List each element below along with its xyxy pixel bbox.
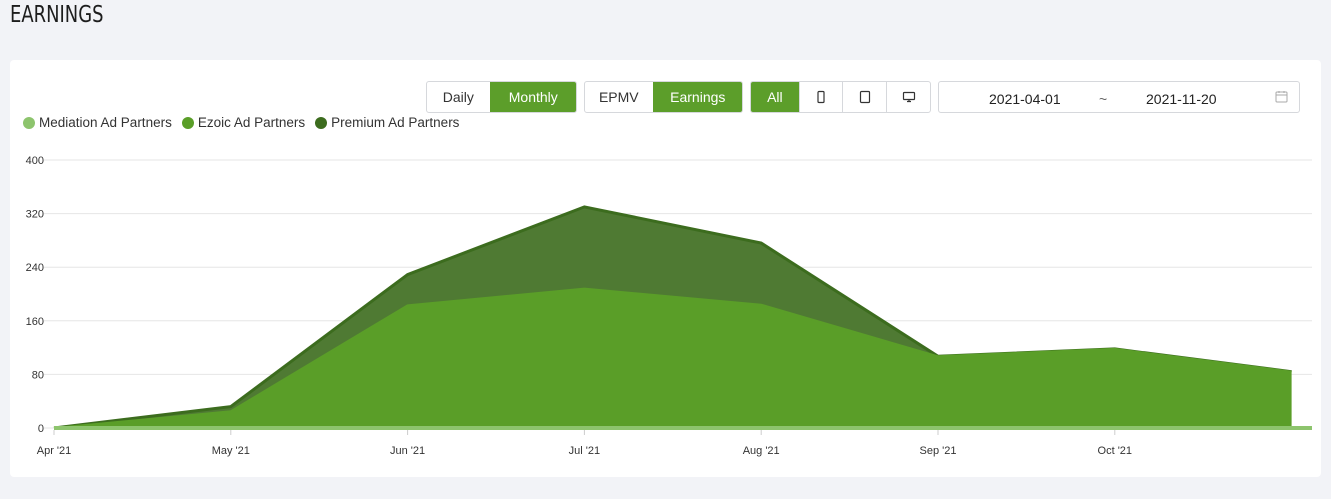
x-tick-label: Sep '21 xyxy=(920,445,957,457)
y-tick-label: 80 xyxy=(32,369,44,381)
x-tick-label: Apr '21 xyxy=(37,445,72,457)
earnings-card: Daily Monthly EPMV Earnings All 2021-04-… xyxy=(10,60,1321,477)
page-title: EARNINGS xyxy=(10,2,104,28)
x-tick-label: Oct '21 xyxy=(1098,445,1133,457)
y-tick-label: 400 xyxy=(26,155,44,167)
y-tick-label: 160 xyxy=(26,316,44,328)
earnings-chart: 0 80 160 240 320 400 Apr '21 May '21 Jun '21 Jul … xyxy=(26,155,1312,457)
x-tick-label: Aug '21 xyxy=(743,445,780,457)
y-tick-label: 240 xyxy=(26,262,44,274)
x-tick-label: Jun '21 xyxy=(390,445,425,457)
x-tick-label: May '21 xyxy=(212,445,250,457)
y-tick-label: 0 xyxy=(38,423,44,435)
y-tick-label: 320 xyxy=(26,209,44,221)
x-tick-label: Jul '21 xyxy=(569,445,600,457)
mediation-baseline xyxy=(54,426,1312,430)
